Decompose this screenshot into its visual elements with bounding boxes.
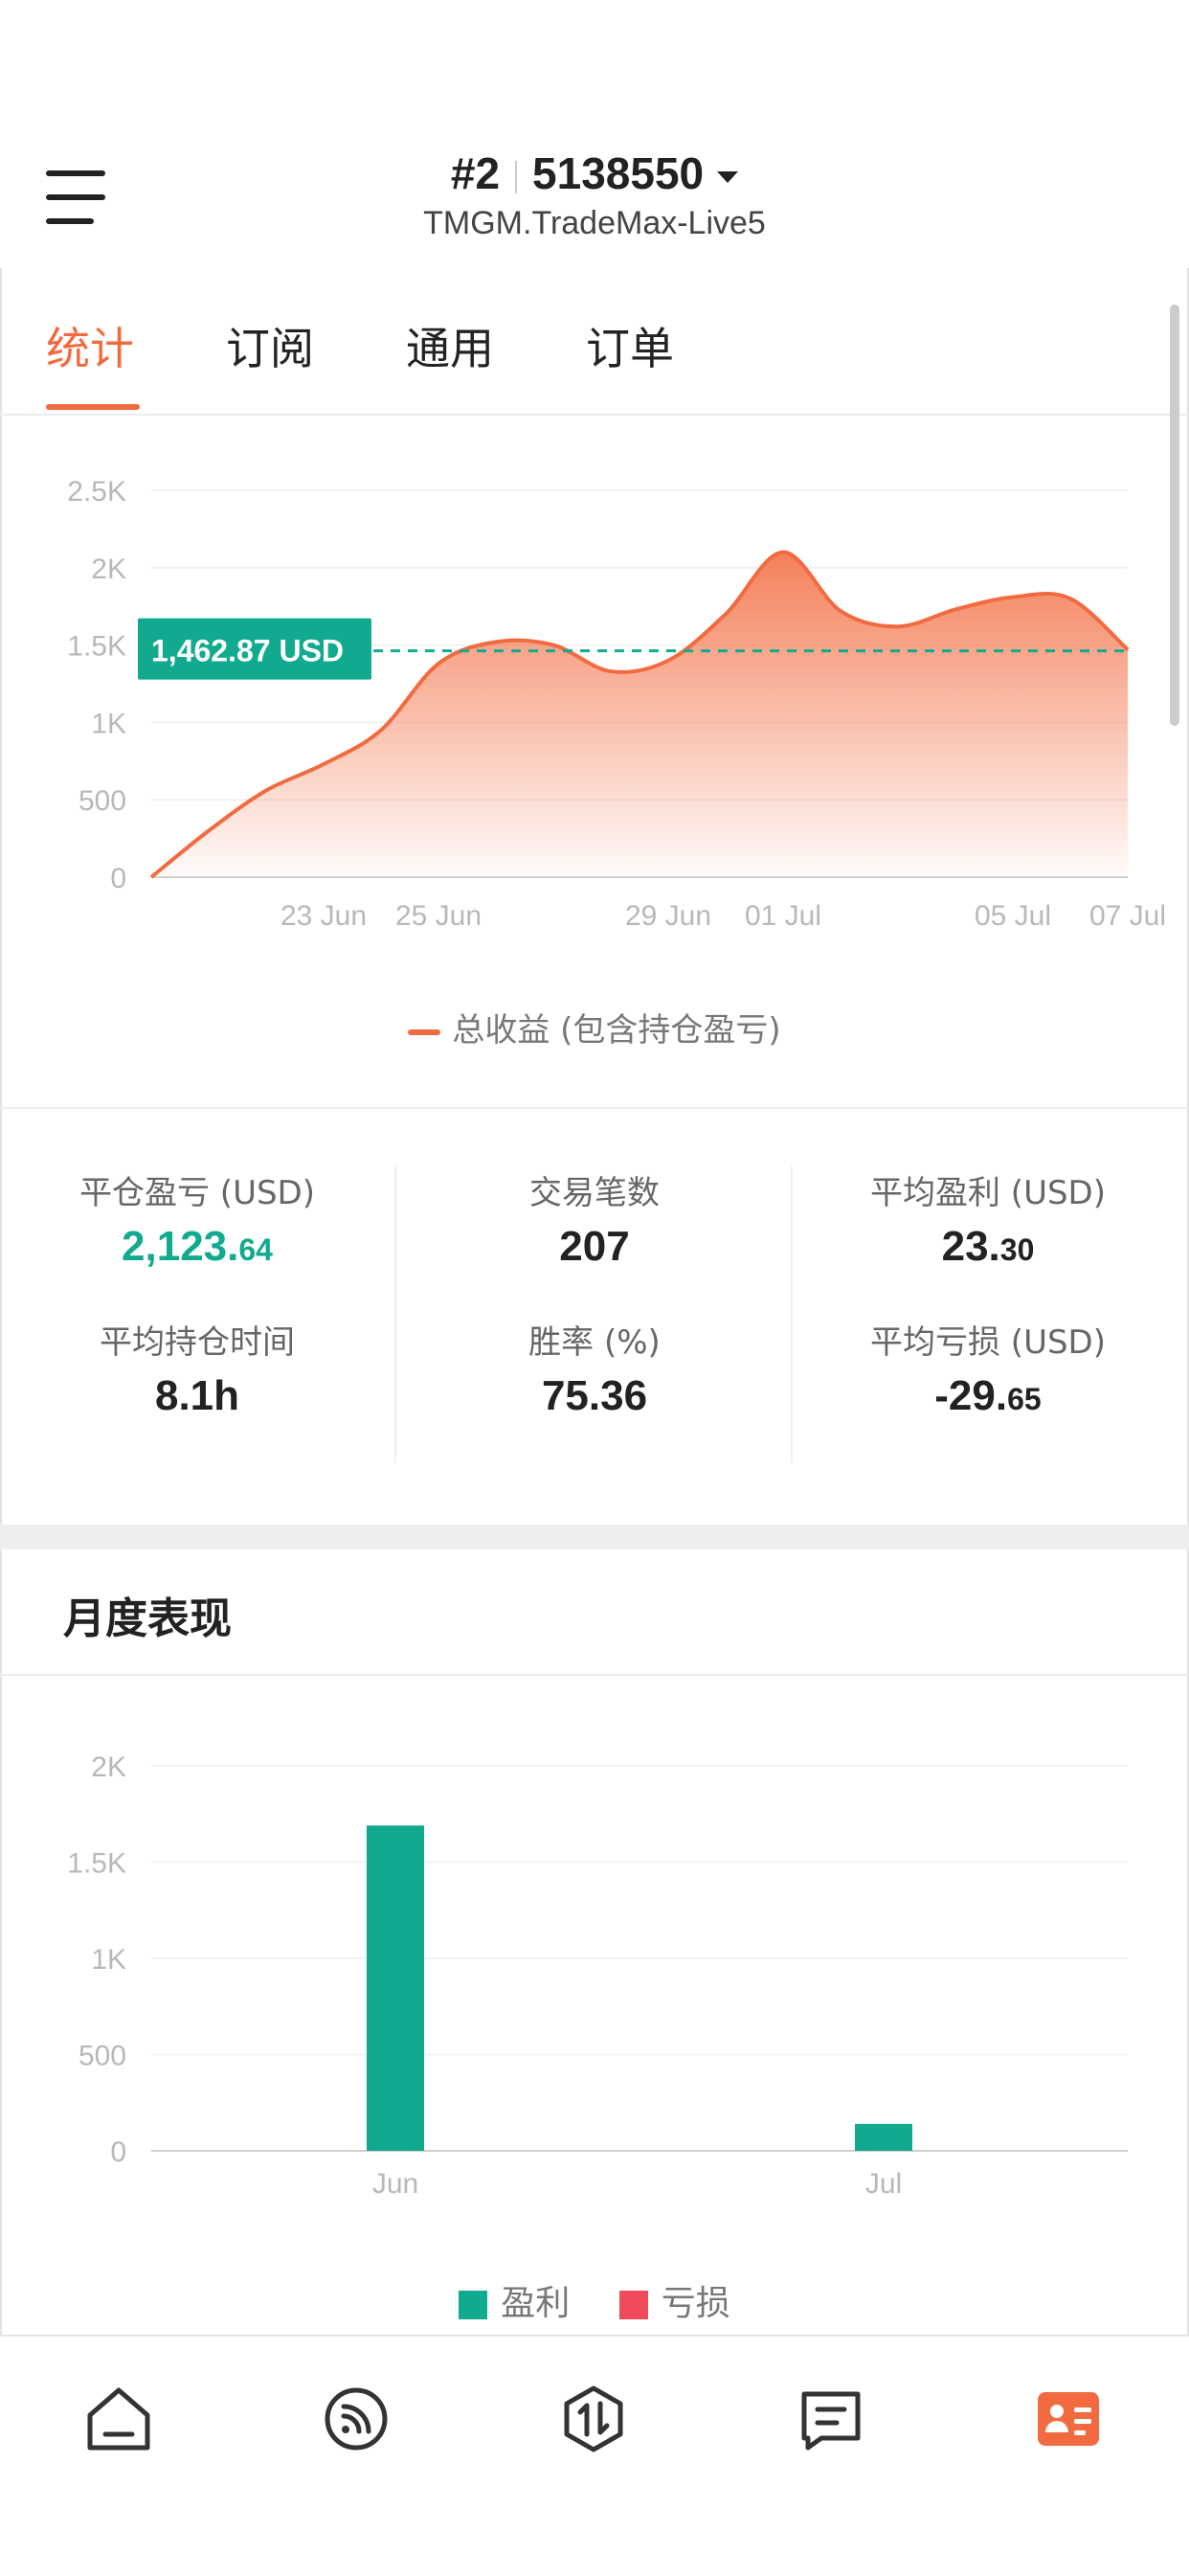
loss-swatch-icon [618,2291,648,2319]
monthly-chart: 0 500 1K 1.5K 2K Jun Jul [67,1751,1128,2200]
equity-legend[interactable]: 总收益 (包含持仓盈亏) [0,1004,1189,1051]
server-name: TMGM.TradeMax-Live5 [423,205,766,241]
profile-card-icon[interactable] [1030,2381,1107,2457]
tab-bar: 统计 订阅 通用 订单 [0,268,1189,416]
bar-profit-jun[interactable] [367,1825,424,2151]
stat-divider [394,1166,396,1463]
y-tick-label: 500 [79,785,126,817]
section-separator [0,1525,1189,1549]
stat-label: 胜率 (%) [528,1323,661,1362]
active-tab-indicator [46,404,140,410]
x-tick-label: Jun [372,2168,418,2200]
stat-value: 2,123.64 [122,1223,273,1270]
account-number: 5138550 [532,148,705,198]
bottom-nav [0,2335,1189,2576]
tab-general[interactable]: 通用 [406,314,494,377]
account-selector[interactable]: #2 5138550 [0,147,1189,199]
caret-down-icon[interactable] [717,170,739,183]
stat-value: -29.65 [934,1372,1042,1419]
stat-value: 207 [559,1223,630,1270]
stat-label: 平均盈利 (USD) [870,1174,1106,1212]
y-tick-label: 0 [110,2136,126,2168]
y-tick-label: 1.5K [67,631,126,663]
y-tick-label: 2.5K [67,476,126,508]
x-tick-label: Jul [865,2168,902,2200]
bar-profit-jul[interactable] [855,2123,912,2151]
x-tick-label: 07 Jul [1089,900,1166,932]
trade-icon[interactable] [555,2381,632,2457]
y-tick-label: 1.5K [67,1848,126,1880]
monthly-performance-title: 月度表现 [63,1594,232,1643]
message-icon[interactable] [793,2381,869,2457]
y-tick-label: 0 [110,863,126,894]
stat-avg-hold-time: 平均持仓时间 8.1h [0,1316,394,1420]
equity-chart: 0 500 1K 1.5K 2K 2.5K 23 Jun 25 Jun 29 Jun 01 Ju… [67,476,1166,932]
y-tick-label: 2K [91,1751,126,1783]
x-tick-label: 25 Jun [395,900,482,932]
stat-divider [791,1166,793,1463]
tab-statistics[interactable]: 统计 [46,314,134,377]
stat-value: 23.30 [941,1223,1035,1270]
stat-label: 交易笔数 [529,1174,660,1212]
y-tick-label: 1K [91,708,126,739]
section-divider [0,1107,1189,1109]
stat-avg-profit: 平均盈利 (USD) 23.30 [791,1166,1185,1271]
monthly-legend: 盈利 亏损 [0,2275,1189,2325]
legend-profit[interactable]: 盈利 [459,2275,570,2325]
tab-subscription[interactable]: 订阅 [226,314,314,377]
y-tick-label: 1K [91,1944,126,1976]
stat-value: 75.36 [541,1372,648,1419]
legend-line-icon [408,1028,441,1035]
stat-value: 8.1h [154,1372,240,1419]
app-header: #2 5138550 TMGM.TradeMax-Live5 [0,134,1189,268]
section-divider [0,1674,1189,1676]
y-tick-label: 2K [91,554,126,585]
x-tick-label: 29 Jun [625,900,711,932]
x-tick-label: 05 Jul [975,900,1051,932]
stat-label: 平均亏损 (USD) [870,1323,1106,1362]
stat-win-rate: 胜率 (%) 75.36 [397,1316,792,1420]
tab-orders[interactable]: 订单 [586,314,674,377]
y-tick-label: 500 [79,2041,126,2072]
stat-closed-pnl: 平仓盈亏 (USD) 2,123.64 [0,1166,394,1271]
x-tick-label: 01 Jul [745,900,821,932]
signal-feed-icon[interactable] [318,2381,394,2457]
stat-trade-count: 交易笔数 207 [397,1166,792,1271]
stat-label: 平均持仓时间 [100,1323,295,1362]
profit-swatch-icon [459,2291,488,2319]
stat-avg-loss: 平均亏损 (USD) -29.65 [791,1316,1185,1420]
equity-legend-label: 总收益 (包含持仓盈亏) [452,1011,781,1050]
stat-label: 平仓盈亏 (USD) [79,1174,315,1212]
account-prefix: #2 [450,148,501,198]
home-icon[interactable] [80,2381,157,2457]
reference-badge-label: 1,462.87 USD [151,634,344,668]
x-tick-label: 23 Jun [280,900,367,932]
legend-loss[interactable]: 亏损 [618,2275,730,2325]
